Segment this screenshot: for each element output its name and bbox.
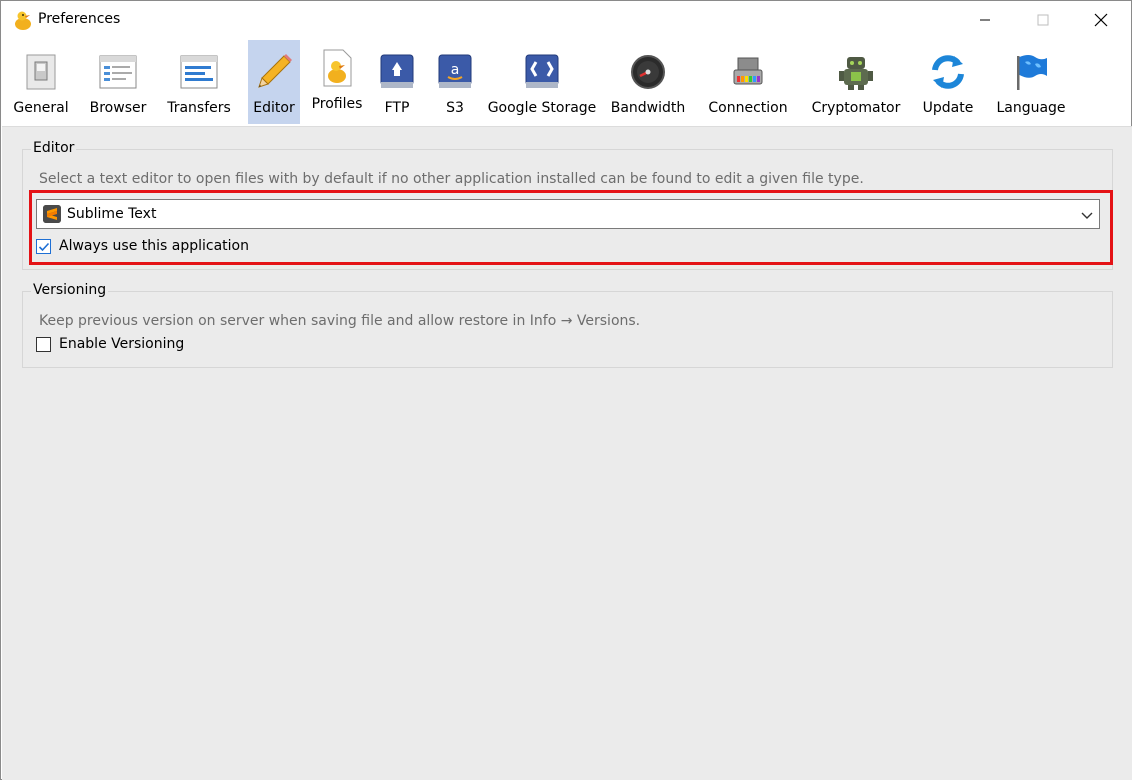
tab-editor-label: Editor — [253, 100, 295, 116]
editor-group-title: Editor — [31, 140, 77, 156]
tab-update-label: Update — [922, 100, 974, 116]
preferences-toolbar: General Browser Transfers Editor Profile — [1, 39, 1131, 126]
network-adapter-icon — [726, 50, 770, 94]
versioning-group — [22, 291, 1113, 368]
flag-icon — [1009, 50, 1053, 94]
tab-transfers[interactable]: Transfers — [165, 40, 233, 124]
tab-ftp[interactable]: FTP — [375, 40, 419, 124]
tab-language[interactable]: Language — [993, 40, 1069, 124]
gauge-icon — [626, 50, 670, 94]
tab-update[interactable]: Update — [919, 40, 977, 124]
versioning-group-title: Versioning — [31, 282, 109, 298]
tab-browser[interactable]: Browser — [86, 40, 150, 124]
maximize-button[interactable] — [1014, 1, 1072, 39]
browser-window-icon — [96, 50, 140, 94]
close-icon — [1094, 13, 1108, 27]
google-storage-icon — [520, 50, 564, 94]
duck-icon — [13, 9, 33, 31]
robot-lock-icon — [834, 50, 878, 94]
tab-connection-label: Connection — [708, 100, 788, 116]
tab-cryptomator-label: Cryptomator — [811, 100, 901, 116]
title-bar: Preferences — [1, 1, 1131, 39]
tab-general-label: General — [13, 100, 69, 116]
pencil-icon — [252, 50, 296, 94]
window-title: Preferences — [38, 11, 121, 27]
minimize-button[interactable] — [956, 1, 1014, 39]
maximize-icon — [1037, 14, 1049, 26]
tab-google-storage-label: Google Storage — [487, 100, 597, 116]
tab-profiles-label: Profiles — [311, 96, 363, 112]
tab-ftp-label: FTP — [384, 100, 410, 116]
amazon-s3-icon: a — [433, 50, 477, 94]
preferences-content: Editor Select a text editor to open file… — [2, 126, 1132, 780]
tab-general[interactable]: General — [11, 40, 71, 124]
versioning-description: Keep previous version on server when sav… — [39, 313, 641, 329]
tab-bandwidth-label: Bandwidth — [610, 100, 686, 116]
tab-profiles[interactable]: Profiles — [308, 40, 366, 124]
tab-bandwidth[interactable]: Bandwidth — [609, 40, 687, 124]
editor-description: Select a text editor to open files with … — [39, 171, 864, 187]
annotation-highlight-box — [29, 190, 1113, 265]
tab-s3[interactable]: a S3 — [433, 40, 477, 124]
svg-text:a: a — [451, 62, 460, 78]
close-button[interactable] — [1072, 1, 1130, 39]
enable-versioning-label: Enable Versioning — [59, 336, 185, 352]
tab-connection[interactable]: Connection — [705, 40, 791, 124]
refresh-icon — [926, 50, 970, 94]
tab-cryptomator[interactable]: Cryptomator — [809, 40, 903, 124]
enable-versioning-checkbox[interactable] — [36, 336, 51, 352]
document-duck-icon — [315, 46, 359, 90]
enable-versioning-row[interactable]: Enable Versioning — [36, 336, 184, 352]
tab-browser-label: Browser — [89, 100, 147, 116]
toggle-switch-icon — [19, 50, 63, 94]
tab-transfers-label: Transfers — [167, 100, 231, 116]
tab-editor[interactable]: Editor — [248, 40, 300, 124]
tab-language-label: Language — [996, 100, 1066, 116]
tab-google-storage[interactable]: Google Storage — [487, 40, 597, 124]
minimize-icon — [980, 19, 990, 21]
ftp-drive-icon — [375, 50, 419, 94]
transfers-list-icon — [177, 50, 221, 94]
tab-s3-label: S3 — [446, 100, 464, 116]
preferences-window: Preferences General Browser Transfers Ed… — [0, 0, 1132, 780]
